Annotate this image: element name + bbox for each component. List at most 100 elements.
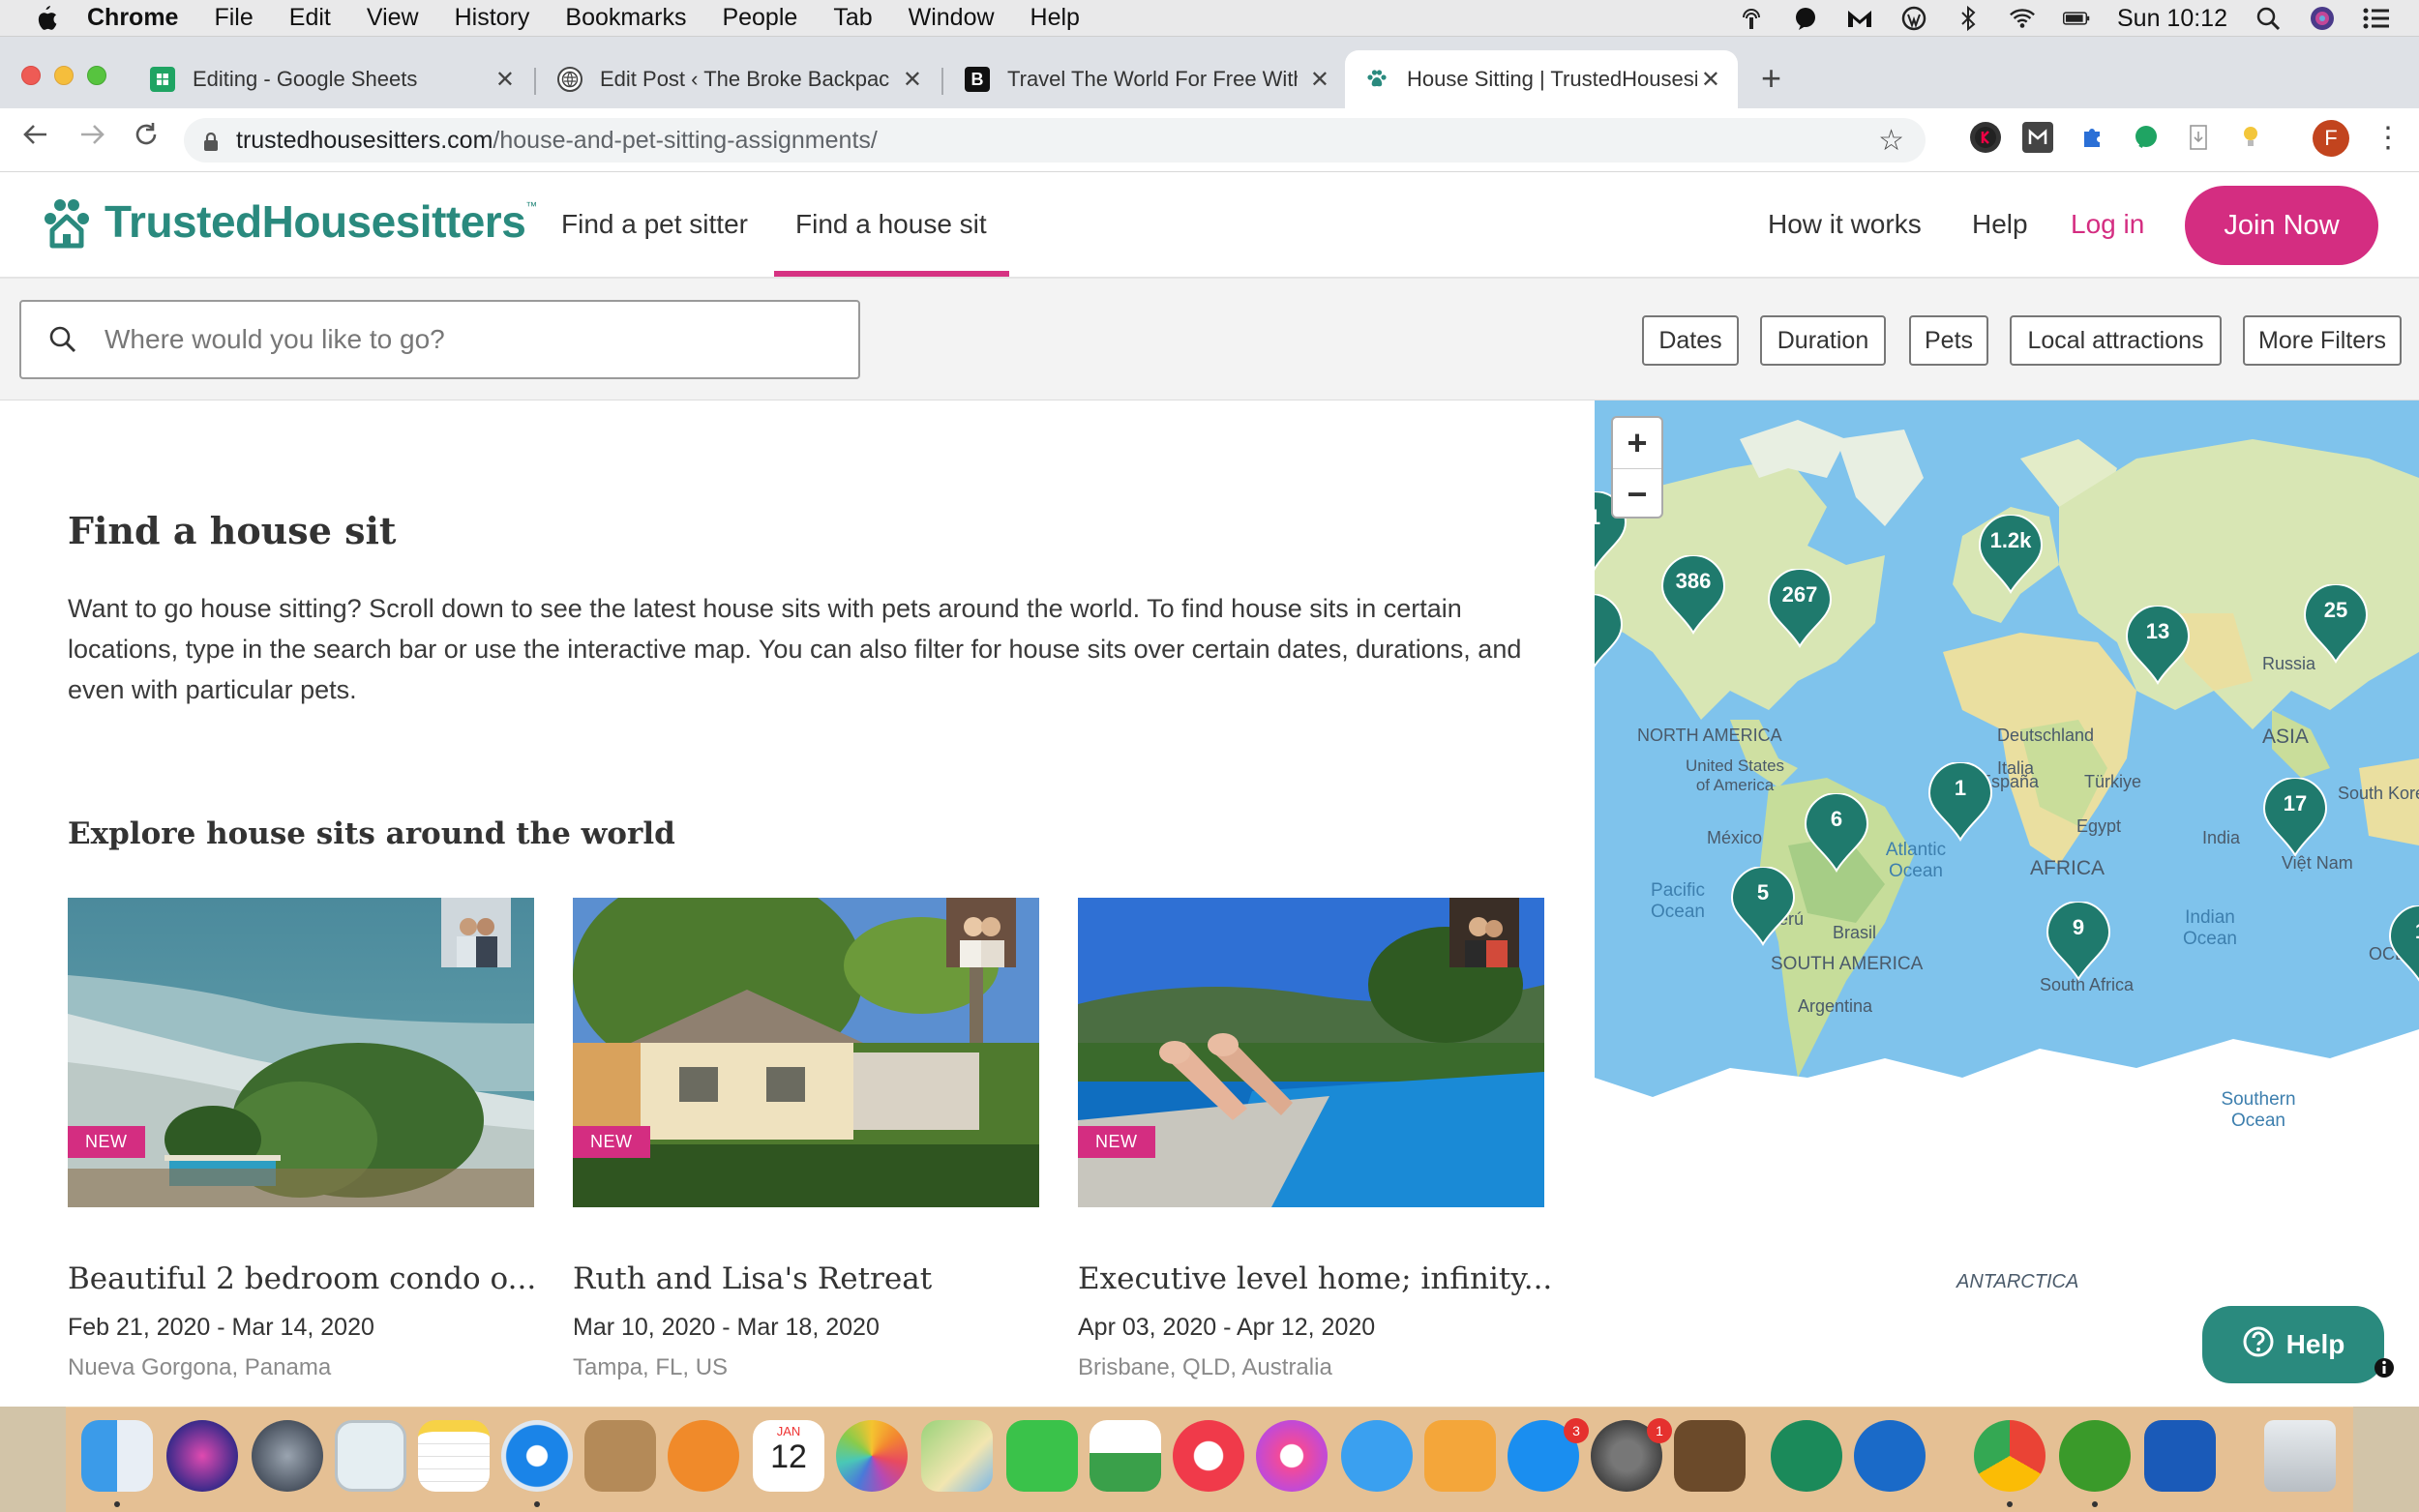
wifi-icon[interactable] — [2009, 5, 2036, 32]
puzzle-extension-icon[interactable] — [2076, 122, 2107, 153]
menu-tab[interactable]: Tab — [833, 4, 872, 32]
apple-menu-icon[interactable] — [33, 4, 66, 33]
wordpress-menu-icon[interactable] — [1900, 5, 1927, 32]
bookmark-star-icon[interactable]: ☆ — [1878, 124, 1904, 158]
garageband-icon[interactable] — [1674, 1420, 1746, 1492]
pages-icon[interactable] — [1424, 1420, 1496, 1492]
menu-edit[interactable]: Edit — [289, 4, 331, 32]
facetime-icon[interactable] — [1006, 1420, 1078, 1492]
tab-edit-post[interactable]: Edit Post ‹ The Broke Backpacker ✕ — [538, 50, 940, 108]
spotlight-search-icon[interactable] — [2255, 5, 2282, 32]
info-icon[interactable] — [2373, 1356, 2396, 1384]
clock[interactable]: Sun 10:12 — [2117, 5, 2227, 33]
listing-title[interactable]: Beautiful 2 bedroom condo o... — [68, 1261, 552, 1296]
map-cluster-pin[interactable]: 9 — [2046, 901, 2111, 981]
menu-bookmarks[interactable]: Bookmarks — [565, 4, 686, 32]
photos-icon[interactable] — [836, 1420, 908, 1492]
map-cluster-pin[interactable] — [1595, 593, 1624, 673]
trash-icon[interactable] — [2264, 1420, 2336, 1492]
nav-find-house-sit[interactable]: Find a house sit — [795, 209, 987, 240]
listing-title[interactable]: Executive level home; infinity... — [1078, 1261, 1562, 1296]
audio-app-2-icon[interactable] — [1854, 1420, 1926, 1492]
world-map[interactable]: Russia ASIA NORTH AMERICA United States … — [1595, 400, 2419, 1407]
back-arrow-icon[interactable] — [21, 120, 50, 157]
map-cluster-pin[interactable]: 5 — [1730, 866, 1796, 946]
map-cluster-pin[interactable]: 13 — [2125, 605, 2191, 685]
map-cluster-pin[interactable]: 386 — [1660, 554, 1726, 635]
nav-find-pet-sitter[interactable]: Find a pet sitter — [561, 209, 748, 240]
map-cluster-pin[interactable]: 1 — [1927, 761, 1993, 842]
nav-log-in[interactable]: Log in — [2071, 209, 2144, 240]
battery-icon[interactable] — [2063, 5, 2090, 32]
notes-icon[interactable] — [418, 1420, 490, 1492]
menu-help[interactable]: Help — [1030, 4, 1080, 32]
notification-center-icon[interactable] — [2363, 5, 2390, 32]
zoom-out-button[interactable]: − — [1613, 468, 1661, 519]
window-zoom-button[interactable] — [87, 66, 106, 85]
news-icon[interactable] — [1173, 1420, 1244, 1492]
new-tab-button[interactable]: + — [1761, 58, 1781, 99]
filter-duration-button[interactable]: Duration — [1760, 315, 1886, 366]
menu-app-name[interactable]: Chrome — [87, 4, 178, 32]
siri-dock-icon[interactable] — [166, 1420, 238, 1492]
lock-icon[interactable] — [203, 131, 219, 151]
extension-k-icon[interactable] — [1970, 122, 2001, 153]
filter-pets-button[interactable]: Pets — [1909, 315, 1988, 366]
tab-close-icon[interactable]: ✕ — [1701, 66, 1720, 94]
bluetooth-icon[interactable] — [1955, 5, 1982, 32]
tab-close-icon[interactable]: ✕ — [495, 66, 515, 94]
help-button[interactable]: Help — [2202, 1306, 2384, 1383]
reload-icon[interactable] — [132, 120, 161, 157]
music-icon[interactable] — [1256, 1420, 1328, 1492]
preview-icon[interactable] — [335, 1420, 406, 1492]
profile-avatar[interactable]: F — [2313, 120, 2349, 157]
nav-how-it-works[interactable]: How it works — [1768, 209, 1922, 240]
maps-icon[interactable] — [921, 1420, 993, 1492]
filter-local-attractions-button[interactable]: Local attractions — [2010, 315, 2222, 366]
menu-view[interactable]: View — [367, 4, 419, 32]
window-minimize-button[interactable] — [54, 66, 74, 85]
hotspot-icon[interactable] — [1738, 5, 1765, 32]
join-now-button[interactable]: Join Now — [2185, 186, 2378, 265]
tab-house-sitting[interactable]: House Sitting | TrustedHousesitters ✕ — [1345, 50, 1738, 108]
map-cluster-pin[interactable]: 25 — [2303, 583, 2369, 664]
archive-extension-icon[interactable] — [2183, 122, 2214, 153]
forward-arrow-icon[interactable] — [77, 120, 106, 157]
chrome-menu-icon[interactable]: ⋮ — [2373, 122, 2404, 154]
site-logo[interactable]: TrustedHousesitters ™ — [39, 193, 537, 250]
books-icon[interactable] — [668, 1420, 739, 1492]
map-cluster-pin[interactable]: 267 — [1767, 568, 1833, 648]
extension-m-icon[interactable] — [2022, 122, 2053, 153]
siri-icon[interactable] — [2309, 5, 2336, 32]
calendar-icon[interactable]: JAN 12 — [753, 1420, 824, 1492]
map-cluster-pin[interactable]: 6 — [1804, 792, 1869, 873]
chat-bubble-icon[interactable] — [1792, 5, 1819, 32]
lightbulb-extension-icon[interactable] — [2235, 122, 2266, 153]
window-close-button[interactable] — [21, 66, 41, 85]
filter-dates-button[interactable]: Dates — [1642, 315, 1739, 366]
tab-google-sheets[interactable]: Editing - Google Sheets ✕ — [131, 50, 532, 108]
mailbutler-icon[interactable] — [1846, 5, 1873, 32]
listing-title[interactable]: Ruth and Lisa's Retreat — [573, 1261, 1057, 1296]
utorrent-icon[interactable] — [2059, 1420, 2131, 1492]
address-bar[interactable]: trustedhousesitters.com /house-and-pet-s… — [184, 118, 1926, 163]
green-extension-icon[interactable] — [2131, 122, 2162, 153]
filter-more-filters-button[interactable]: More Filters — [2243, 315, 2402, 366]
safari-icon[interactable] — [501, 1420, 573, 1492]
tab-close-icon[interactable]: ✕ — [1310, 66, 1329, 94]
map-cluster-pin[interactable]: 17 — [2262, 777, 2328, 857]
menu-file[interactable]: File — [214, 4, 253, 32]
finder-icon[interactable] — [81, 1420, 153, 1492]
zoom-in-button[interactable]: + — [1613, 418, 1661, 468]
destination-search[interactable] — [19, 300, 860, 379]
search-input[interactable] — [105, 324, 840, 355]
tab-close-icon[interactable]: ✕ — [903, 66, 922, 94]
messages-icon[interactable] — [1341, 1420, 1413, 1492]
menu-people[interactable]: People — [722, 4, 797, 32]
nav-help[interactable]: Help — [1972, 209, 2028, 240]
wd-icon[interactable] — [2144, 1420, 2216, 1492]
contacts-icon[interactable] — [584, 1420, 656, 1492]
numbers-icon[interactable] — [1090, 1420, 1161, 1492]
chrome-dock-icon[interactable] — [1974, 1420, 2046, 1492]
menu-window[interactable]: Window — [909, 4, 995, 32]
